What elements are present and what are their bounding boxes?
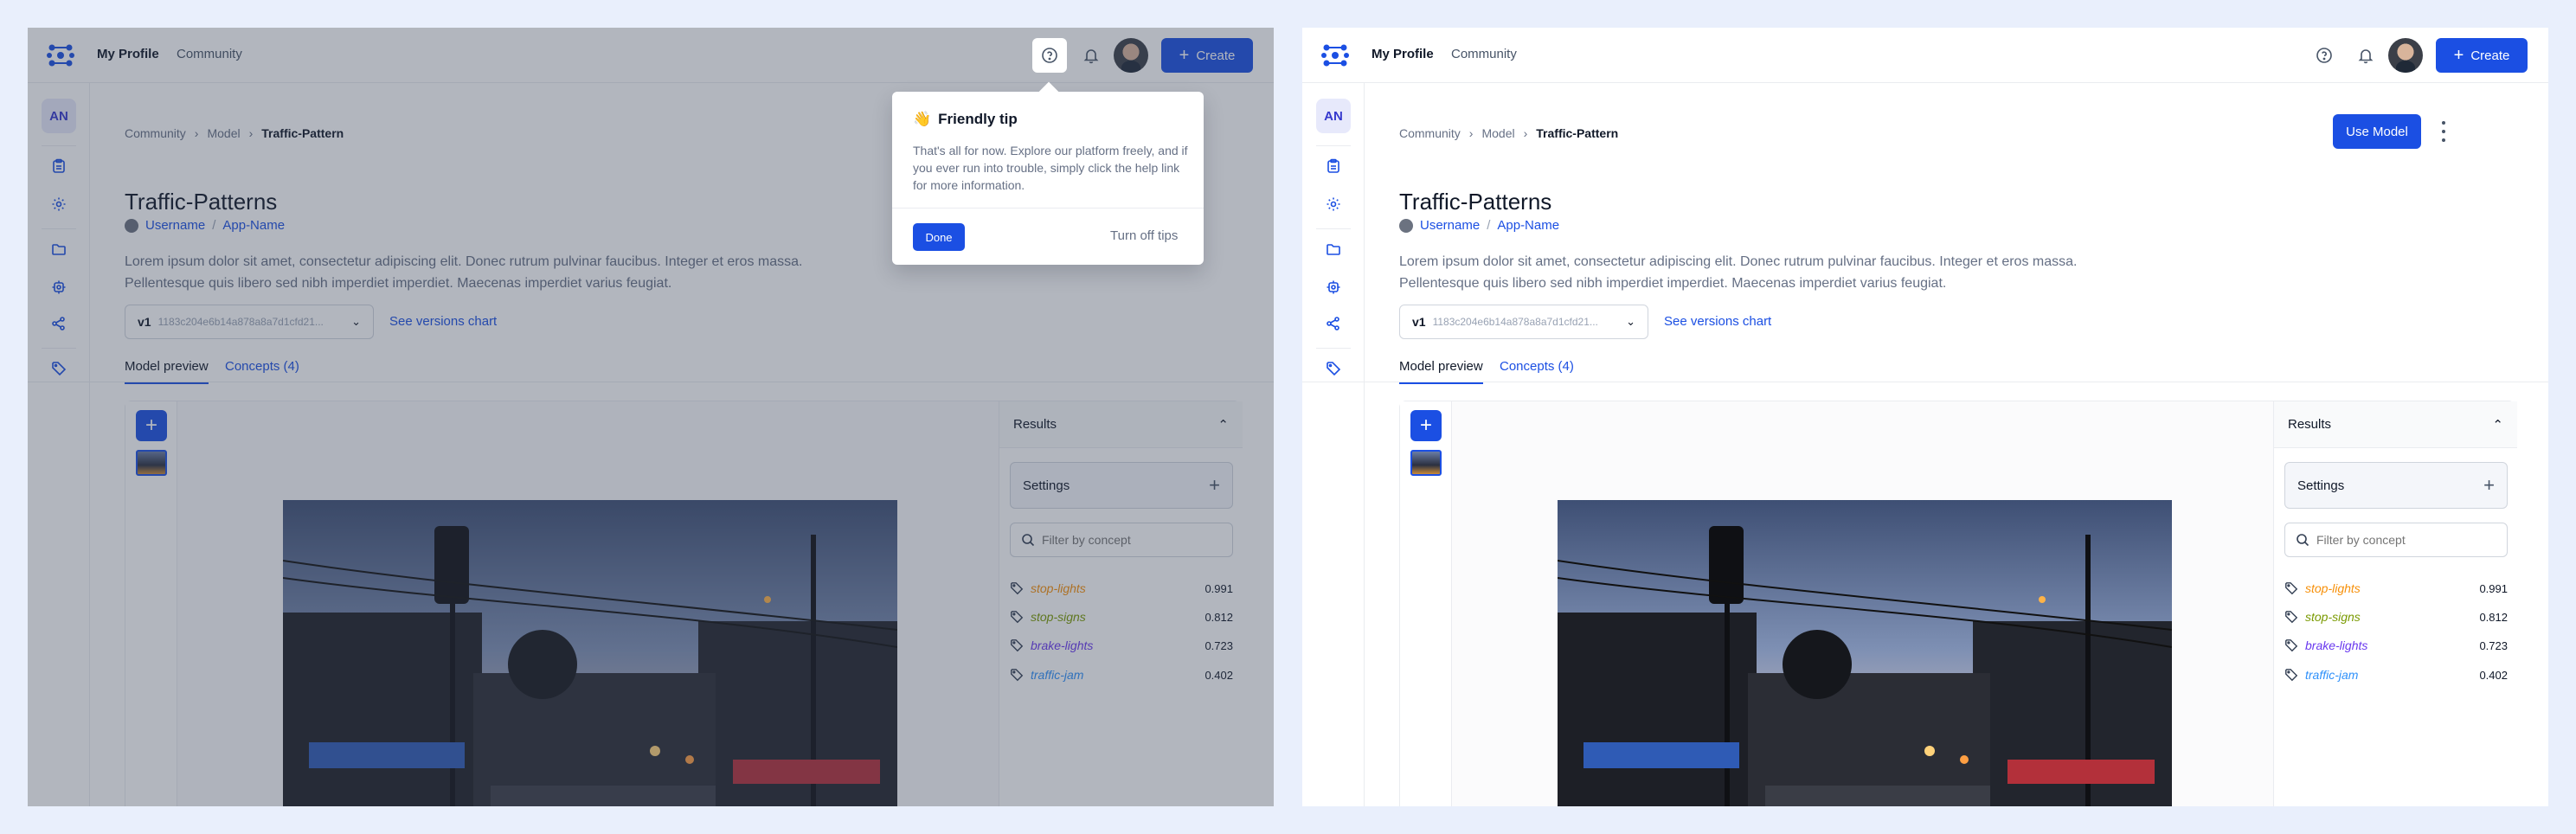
turn-off-tips-link[interactable]: Turn off tips	[1110, 228, 1178, 243]
app-logo-icon[interactable]	[1321, 43, 1349, 67]
notifications-button[interactable]	[2348, 38, 2383, 73]
plus-icon[interactable]: +	[2483, 474, 2495, 497]
chevron-down-icon: ⌄	[1626, 315, 1635, 328]
concept-score: 0.991	[2479, 581, 2508, 595]
version-hash: 1183c204e6b14a878a8a7d1cfd21...	[1432, 316, 1598, 328]
search-icon	[2297, 534, 2309, 547]
concept-score: 0.402	[2479, 668, 2508, 682]
use-model-button[interactable]: Use Model	[2333, 114, 2421, 149]
concept-row[interactable]: brake-lights 0.723	[2284, 635, 2508, 656]
page-title: Traffic-Patterns	[1399, 189, 1552, 215]
tip-title-row: 👋 Friendly tip	[913, 111, 1018, 128]
screen-plain: My Profile Community + Create AN Communit…	[1302, 28, 2548, 806]
owner-separator: /	[1487, 218, 1491, 233]
tip-title: Friendly tip	[938, 111, 1018, 127]
thumbnail-selected[interactable]	[1410, 450, 1442, 476]
owner-avatar	[1399, 218, 1413, 233]
add-input-button[interactable]: +	[1410, 410, 1442, 441]
concept-row[interactable]: stop-lights 0.991	[2284, 578, 2508, 599]
chevron-right-icon: ›	[1523, 126, 1528, 140]
model-description: Lorem ipsum dolor sit amet, consectetur …	[1399, 254, 2078, 291]
model-preview-area: + Results ⌃ Settings + Filter by concept…	[1399, 401, 2517, 806]
version-label: v1	[1412, 315, 1426, 329]
nav-my-profile[interactable]: My Profile	[1372, 47, 1434, 61]
gear-icon[interactable]	[1323, 194, 1344, 215]
breadcrumb-current: Traffic-Pattern	[1536, 126, 1619, 140]
concept-row[interactable]: traffic-jam 0.402	[2284, 664, 2508, 685]
sidebar-divider	[1316, 228, 1351, 229]
tab-model-preview[interactable]: Model preview	[1399, 359, 1483, 384]
filter-input[interactable]	[2316, 533, 2489, 547]
filter-field[interactable]	[2284, 523, 2508, 557]
concept-score: 0.812	[2479, 610, 2508, 624]
thumbnail-strip: +	[1400, 401, 1452, 806]
share-icon[interactable]	[1323, 313, 1344, 334]
results-header[interactable]: Results ⌃	[2274, 401, 2517, 448]
settings-label: Settings	[2297, 478, 2345, 493]
preview-image	[1558, 500, 2172, 806]
breadcrumb-model[interactable]: Model	[1481, 126, 1514, 140]
results-panel: Results ⌃ Settings + stop-lights 0.991 sto…	[2273, 401, 2517, 806]
bell-icon	[2358, 49, 2374, 64]
help-button-highlighted[interactable]	[1032, 38, 1067, 73]
version-select[interactable]: v1 1183c204e6b14a878a8a7d1cfd21... ⌄	[1399, 305, 1648, 339]
screen-with-tip: My Profile Community + Create AN Communit…	[28, 28, 1274, 806]
create-label: Create	[2470, 48, 2510, 63]
nav-community[interactable]: Community	[1451, 47, 1517, 61]
tag-icon[interactable]	[1323, 358, 1344, 379]
concept-score: 0.723	[2479, 638, 2508, 652]
concept-name: stop-signs	[2305, 610, 2361, 624]
app-name-link[interactable]: App-Name	[1497, 218, 1559, 233]
tag-icon	[2285, 582, 2298, 595]
more-options-icon[interactable]	[2441, 121, 2446, 142]
concept-name: traffic-jam	[2305, 668, 2359, 682]
tip-body: That's all for now. Explore our platform…	[913, 144, 1188, 192]
owner-line: Username / App-Name	[1399, 218, 1559, 233]
tab-concepts[interactable]: Concepts (4)	[1500, 359, 1574, 382]
user-avatar[interactable]	[2388, 38, 2423, 73]
concept-name: stop-lights	[2305, 581, 2361, 595]
plus-icon: +	[2453, 45, 2464, 65]
model-icon[interactable]	[1323, 277, 1344, 298]
results-title: Results	[2288, 417, 2332, 432]
help-circle-icon	[2316, 48, 2332, 63]
chevron-right-icon: ›	[1468, 126, 1474, 140]
tag-icon	[2285, 639, 2298, 652]
help-circle-icon	[1042, 48, 1057, 63]
friendly-tip-popover: 👋 Friendly tip That's all for now. Explor…	[892, 92, 1204, 265]
concept-name: brake-lights	[2305, 638, 2368, 652]
create-button[interactable]: + Create	[2436, 38, 2528, 73]
settings-row[interactable]: Settings +	[2284, 462, 2508, 509]
sidebar-divider	[1316, 145, 1351, 146]
concept-row[interactable]: stop-signs 0.812	[2284, 606, 2508, 627]
tag-icon	[2285, 669, 2298, 682]
tip-done-button[interactable]: Done	[913, 223, 965, 251]
sidebar-divider	[1316, 348, 1351, 349]
sidebar: AN	[1302, 83, 1365, 806]
waving-hand-icon: 👋	[913, 111, 932, 127]
help-button[interactable]	[2307, 38, 2342, 73]
clipboard-icon[interactable]	[1323, 156, 1344, 176]
app-avatar[interactable]: AN	[1316, 99, 1351, 133]
folder-icon[interactable]	[1323, 239, 1344, 260]
tag-icon	[2285, 611, 2298, 624]
breadcrumb: Community › Model › Traffic-Pattern	[1399, 126, 1618, 140]
top-nav: My Profile Community + Create	[1302, 28, 2548, 83]
breadcrumb-community[interactable]: Community	[1399, 126, 1461, 140]
username-link[interactable]: Username	[1420, 218, 1480, 233]
see-versions-link[interactable]: See versions chart	[1664, 314, 1771, 329]
chevron-up-icon[interactable]: ⌃	[2492, 417, 2503, 433]
